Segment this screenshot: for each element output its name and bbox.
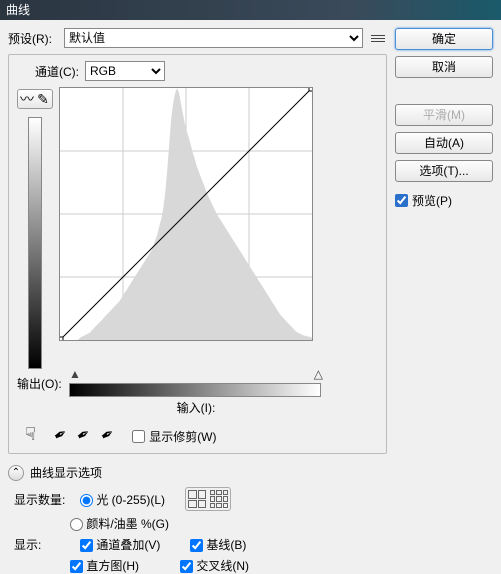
eyedroppers: ✒ ✒ ✒ xyxy=(54,425,114,445)
show-clipping-checkbox[interactable] xyxy=(132,430,145,443)
right-panel: 确定 取消 平滑(M) 自动(A) 选项(T)... 预览(P) xyxy=(395,28,493,564)
white-point-slider[interactable]: △ xyxy=(314,367,323,381)
grid-large-icon[interactable] xyxy=(188,490,206,508)
channel-row: 通道(C): RGB xyxy=(15,61,380,81)
target-adjust-icon[interactable]: ☟ xyxy=(25,424,36,445)
pigment-row: 颜料/油墨 %(G) xyxy=(14,515,387,532)
show-amount-row: 显示数量: 光 (0-255)(L) xyxy=(14,487,387,511)
left-tools: 〰 ✎ xyxy=(15,87,55,369)
eyedropper-white-icon[interactable]: ✒ xyxy=(97,422,119,446)
preview-label: 预览(P) xyxy=(412,192,452,209)
cancel-button[interactable]: 取消 xyxy=(395,56,493,78)
options-button[interactable]: 选项(T)... xyxy=(395,160,493,182)
smooth-button[interactable]: 平滑(M) xyxy=(395,104,493,126)
input-label: 输入(I): xyxy=(69,399,323,416)
section-title: 曲线显示选项 xyxy=(30,464,102,481)
intersection-check[interactable]: 交叉线(N) xyxy=(180,557,249,574)
collapse-icon[interactable]: ⌃ xyxy=(8,465,24,481)
baseline-check[interactable]: 基线(B) xyxy=(190,536,246,553)
light-label: 光 (0-255)(L) xyxy=(96,493,165,507)
histogram-check[interactable]: 直方图(H) xyxy=(70,557,170,574)
point-curve-icon[interactable]: 〰 xyxy=(20,92,34,106)
light-radio-wrap[interactable]: 光 (0-255)(L) xyxy=(80,491,165,508)
grid-small-icon[interactable] xyxy=(210,490,228,508)
display-options-section: ⌃ 曲线显示选项 xyxy=(8,464,387,481)
show-amount-label: 显示数量: xyxy=(14,491,70,508)
eyedropper-black-icon[interactable]: ✒ xyxy=(50,422,72,446)
pigment-radio[interactable] xyxy=(70,518,83,531)
preview-check[interactable]: 预览(P) xyxy=(395,192,493,209)
show-row-1: 显示: 通道叠加(V) 基线(B) xyxy=(14,536,387,553)
grid-area: 〰 ✎ xyxy=(15,87,380,369)
output-label: 输出(O): xyxy=(17,375,62,392)
left-panel: 预设(R): 默认值 通道(C): RGB 〰 ✎ 输出(O): ▲ xyxy=(8,28,387,564)
show-row-2: 直方图(H) 交叉线(N) xyxy=(14,557,387,574)
output-gradient-strip xyxy=(28,117,42,369)
preview-checkbox[interactable] xyxy=(395,194,408,207)
eyedropper-gray-icon[interactable]: ✒ xyxy=(73,422,95,446)
preset-select[interactable]: 默认值 xyxy=(64,28,363,48)
auto-button[interactable]: 自动(A) xyxy=(395,132,493,154)
preset-menu-icon[interactable] xyxy=(369,29,387,47)
light-radio[interactable] xyxy=(80,494,93,507)
under-controls: ☟ ✒ ✒ ✒ 显示修剪(W) xyxy=(15,424,380,445)
preset-label: 预设(R): xyxy=(8,30,58,47)
channel-label: 通道(C): xyxy=(35,63,79,80)
show-clipping-label: 显示修剪(W) xyxy=(149,428,216,445)
channel-select[interactable]: RGB xyxy=(85,61,165,81)
show-clipping-check[interactable]: 显示修剪(W) xyxy=(132,428,216,445)
pencil-curve-icon[interactable]: ✎ xyxy=(36,92,50,106)
dialog-body: 预设(R): 默认值 通道(C): RGB 〰 ✎ 输出(O): ▲ xyxy=(0,20,501,572)
curve-tools: 〰 ✎ xyxy=(17,89,53,109)
pigment-radio-wrap[interactable]: 颜料/油墨 %(G) xyxy=(70,515,169,532)
preset-row: 预设(R): 默认值 xyxy=(8,28,387,48)
input-sliders[interactable]: ▲ △ xyxy=(69,367,323,381)
pigment-label: 颜料/油墨 %(G) xyxy=(86,517,169,531)
show-label: 显示: xyxy=(14,536,70,553)
channel-overlay-check[interactable]: 通道叠加(V) xyxy=(80,536,180,553)
input-gradient-strip xyxy=(69,383,321,397)
titlebar: 曲线 xyxy=(0,0,501,20)
curves-main: 通道(C): RGB 〰 ✎ 输出(O): ▲ △ 输入(I): ☟ xyxy=(8,54,387,454)
grid-size-icons xyxy=(185,487,231,511)
display-options: 显示数量: 光 (0-255)(L) 颜料/油墨 %(G) 显示: 通道叠加(V… xyxy=(8,487,387,574)
ok-button[interactable]: 确定 xyxy=(395,28,493,50)
curves-plot[interactable] xyxy=(59,87,313,341)
black-point-slider[interactable]: ▲ xyxy=(69,367,81,381)
